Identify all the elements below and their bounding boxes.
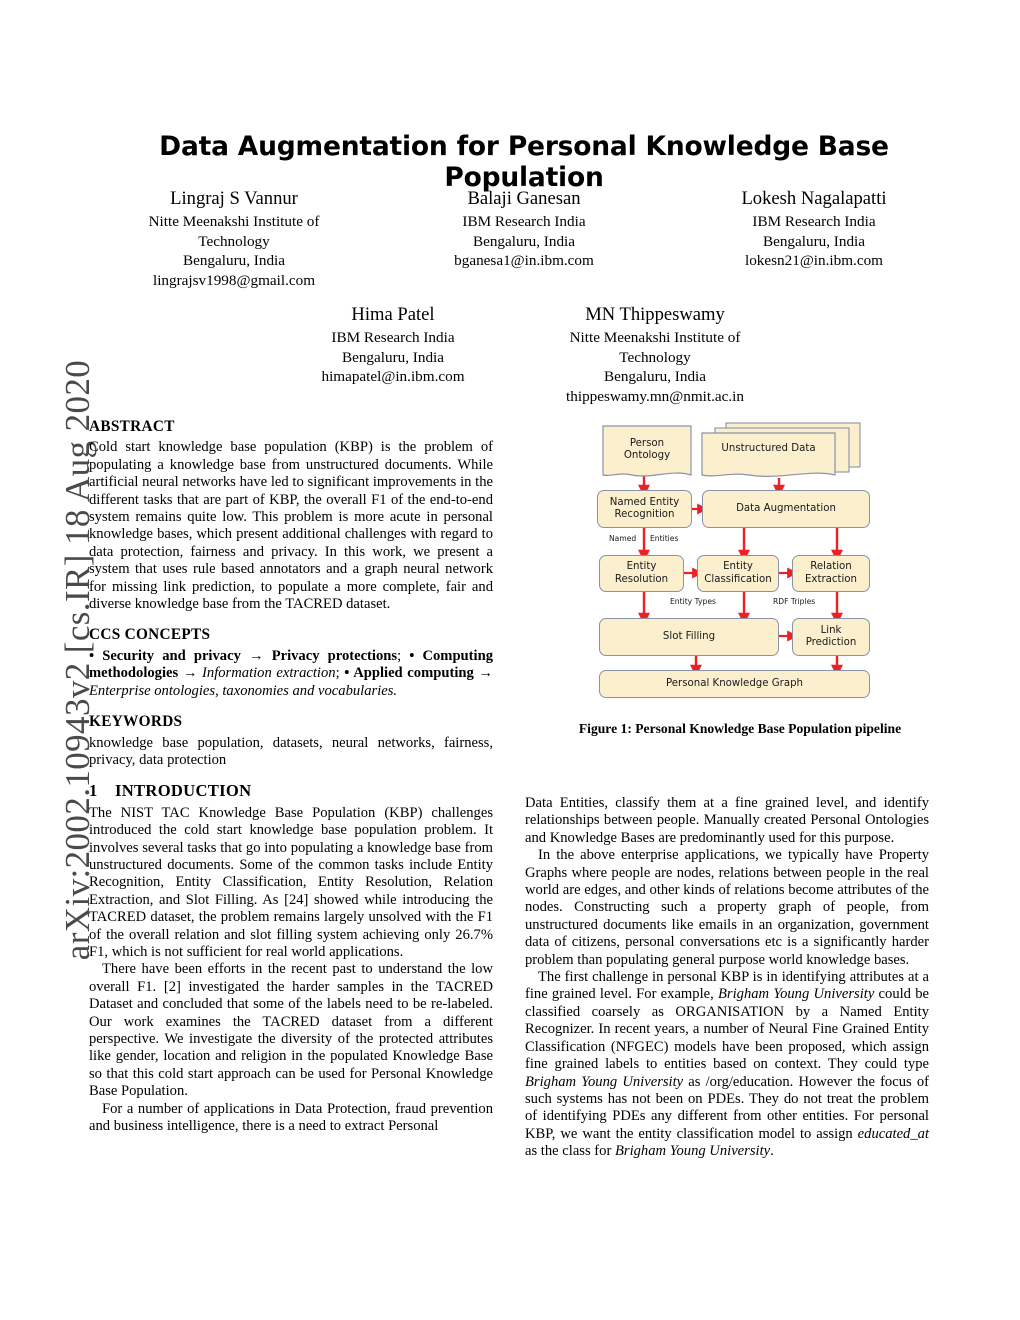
node-data-augmentation: Data Augmentation	[702, 490, 870, 528]
ccs-concepts-heading: CCS CONCEPTS	[89, 626, 211, 644]
author-email: thippeswamy.mn@nmit.ac.in	[566, 387, 744, 405]
author-affiliation-line: IBM Research India	[331, 329, 455, 346]
edge-label-entity-types: Entity Types	[670, 597, 716, 606]
section-number: 1	[89, 781, 98, 801]
author-block: Lingraj S Vannur Nitte Meenakshi Institu…	[89, 186, 379, 290]
node-link-prediction: Link Prediction	[792, 618, 870, 656]
node-label-line: Entity	[626, 561, 657, 573]
ccs-concepts-text: • Security and privacy → Privacy protect…	[89, 648, 493, 700]
author-row-secondary: Hima Patel IBM Research India Bengaluru,…	[88, 302, 960, 406]
intro-paragraph-1: The NIST TAC Knowledge Base Population (…	[89, 804, 493, 960]
keywords-heading: KEYWORDS	[89, 713, 183, 731]
node-label-line: Recognition	[614, 509, 675, 520]
ccs-arrow: →	[178, 665, 203, 682]
ccs-term: • Security and privacy	[89, 647, 241, 664]
node-relation-extraction: Relation Extraction	[792, 555, 870, 592]
italic-term: educated_at	[857, 1125, 929, 1142]
author-email: lokesn21@in.ibm.com	[744, 252, 883, 269]
node-entity-classification: Entity Classification	[697, 555, 779, 592]
node-label-line: Named Entity	[609, 496, 680, 508]
author-location-line: Bengaluru, India	[182, 252, 286, 269]
node-label-line: Extraction	[804, 573, 857, 585]
text-run: .	[770, 1143, 774, 1160]
ccs-subterm: Information extraction	[202, 665, 336, 682]
author-affiliation-line: Technology	[619, 348, 691, 366]
author-email: himapatel@in.ibm.com	[321, 368, 465, 385]
page-title: Data Augmentation for Personal Knowledge…	[159, 131, 889, 193]
keywords-text: knowledge base population, datasets, neu…	[89, 734, 493, 768]
author-row-primary: Lingraj S Vannur Nitte Meenakshi Institu…	[88, 186, 960, 290]
node-label-line: Prediction	[805, 637, 857, 648]
author-affiliation-line: IBM Research India	[462, 213, 586, 230]
paper-page: arXiv:2002.10943v2 [cs.IR] 18 Aug 2020 D…	[0, 0, 1020, 1320]
right-column: Data Entities, classify them at a fine g…	[525, 795, 929, 1161]
abstract-text: Cold start knowledge base population (KB…	[89, 439, 493, 613]
intro-paragraph-3: For a number of applications in Data Pro…	[89, 1100, 493, 1135]
node-person-ontology: Person Ontology	[602, 428, 692, 472]
ccs-term: • Applied computing	[344, 665, 474, 682]
author-location-line: Bengaluru, India	[762, 232, 866, 250]
node-label-line: Relation	[810, 561, 852, 573]
edge-label-rdf-triples: RDF Triples	[773, 597, 816, 606]
italic-term: Brigham Young University	[718, 986, 875, 1003]
author-location-line: Bengaluru, India	[341, 348, 445, 366]
author-block: Lokesh Nagalapatti IBM Research India Be…	[669, 186, 959, 290]
intro-paragraph-2: There have been efforts in the recent pa…	[89, 961, 493, 1100]
author-name: Lokesh Nagalapatti	[741, 188, 887, 209]
ccs-separator: ;	[397, 647, 410, 664]
author-block: Hima Patel IBM Research India Bengaluru,…	[262, 302, 524, 406]
ccs-arrow: →	[240, 647, 272, 664]
right-paragraph-continued: Data Entities, classify them at a fine g…	[525, 795, 929, 846]
node-label-line: Person	[629, 437, 665, 449]
author-location-line: Bengaluru, India	[603, 368, 707, 385]
italic-term: Brigham Young University	[614, 1143, 771, 1160]
author-block: MN Thippeswamy Nitte Meenakshi Institute…	[524, 302, 786, 406]
author-name: Lingraj S Vannur	[170, 188, 298, 209]
node-label-line: Ontology	[623, 450, 671, 461]
node-personal-knowledge-graph: Personal Knowledge Graph	[599, 670, 870, 698]
node-label-line: Classification	[704, 573, 772, 585]
figure-1: Person Ontology Unstructured Data Named …	[525, 420, 955, 750]
author-block: Balaji Ganesan IBM Research India Bengal…	[379, 186, 669, 290]
node-named-entity-recognition: Named Entity Recognition	[597, 490, 692, 528]
author-email: bganesa1@in.ibm.com	[454, 252, 594, 269]
author-name: Hima Patel	[351, 304, 435, 325]
author-name: MN Thippeswamy	[585, 304, 725, 325]
node-label-line: Resolution	[614, 573, 669, 585]
ccs-separator: ;	[335, 665, 345, 682]
right-paragraph-3: The first challenge in personal KBP is i…	[525, 969, 929, 1160]
author-email: lingrajsv1998@gmail.com	[152, 271, 316, 289]
edge-label-entities: Entities	[650, 534, 679, 543]
author-affiliation-line: Nitte Meenakshi Institute of	[148, 213, 320, 230]
author-name: Balaji Ganesan	[467, 188, 581, 209]
node-unstructured-data: Unstructured Data	[721, 442, 816, 454]
ccs-subterm: Enterprise ontologies, taxonomies and vo…	[89, 682, 398, 699]
author-affiliation-line: Technology	[198, 232, 270, 250]
left-column: ABSTRACT Cold start knowledge base popul…	[89, 418, 493, 1135]
text-run: as the class for	[525, 1143, 615, 1160]
author-affiliation-line: IBM Research India	[752, 213, 876, 230]
node-slot-filling: Slot Filling	[599, 618, 779, 656]
section-title: INTRODUCTION	[115, 781, 252, 801]
node-label-line: Link	[820, 624, 842, 636]
abstract-heading: ABSTRACT	[89, 418, 175, 435]
right-paragraph-2: In the above enterprise applications, we…	[525, 847, 929, 968]
italic-term: Brigham Young University	[525, 1073, 684, 1090]
author-location-line: Bengaluru, India	[472, 232, 576, 250]
node-entity-resolution: Entity Resolution	[599, 555, 684, 592]
author-affiliation-line: Nitte Meenakshi Institute of	[569, 329, 741, 346]
pipeline-diagram: Person Ontology Unstructured Data Named …	[525, 420, 955, 698]
figure-caption: Figure 1: Personal Knowledge Base Popula…	[578, 721, 902, 736]
edge-label-named: Named	[609, 534, 637, 543]
ccs-term: Privacy protections	[271, 647, 398, 664]
node-label-line: Entity	[723, 561, 753, 573]
ccs-arrow: →	[473, 665, 494, 682]
introduction-heading: 1 INTRODUCTION	[89, 781, 493, 801]
